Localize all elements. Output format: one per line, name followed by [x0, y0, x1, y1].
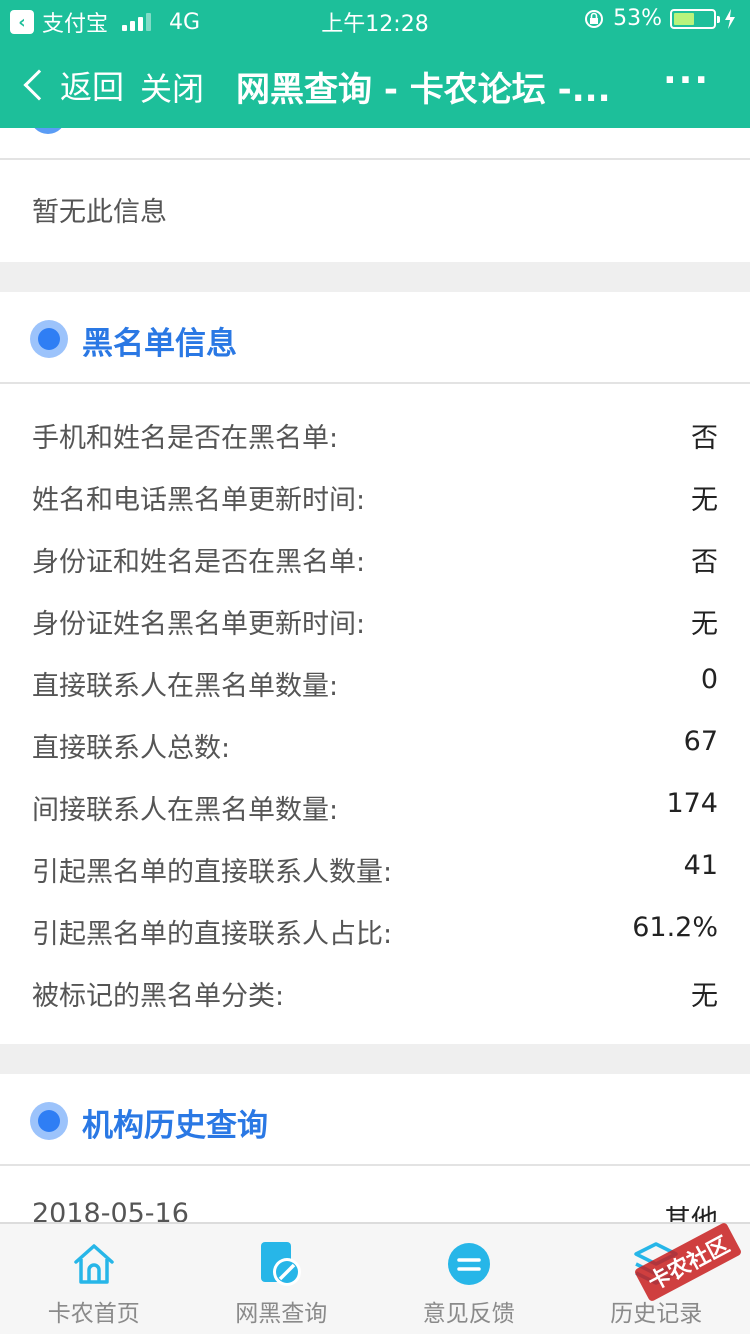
info-row-label: 被标记的黑名单分类:	[32, 981, 285, 1012]
info-row: 直接联系人在黑名单数量: 0	[0, 650, 750, 712]
info-row-value: 0	[700, 664, 718, 695]
status-bar: ‹ 支付宝 4G 上午12:28 53%	[0, 0, 750, 40]
info-row: 引起黑名单的直接联系人数量: 41	[0, 836, 750, 898]
section-bullet-icon	[30, 320, 68, 358]
status-right: 53%	[583, 6, 736, 31]
institution-history-card: 机构历史查询 2018-05-16 其他	[0, 1074, 750, 1222]
section-bullet-icon	[30, 128, 66, 134]
rotation-lock-icon	[585, 9, 604, 28]
info-row: 姓名和电话黑名单更新时间: 无	[0, 464, 750, 526]
info-row: 身份证姓名黑名单更新时间: 无	[0, 588, 750, 650]
info-row: 引起黑名单的直接联系人占比: 61.2%	[0, 898, 750, 960]
info-row-label: 身份证姓名黑名单更新时间:	[32, 609, 366, 640]
home-icon	[74, 1244, 114, 1284]
tab-label: 卡农首页	[47, 1301, 140, 1327]
info-row-label: 直接联系人总数:	[32, 733, 231, 764]
section-bullet-icon	[30, 1102, 68, 1140]
info-row-value: 无	[691, 981, 718, 1012]
blacklist-info-card: 黑名单信息 手机和姓名是否在黑名单: 否姓名和电话黑名单更新时间: 无身份证和姓名是…	[0, 292, 750, 1044]
info-row-label: 引起黑名单的直接联系人数量:	[32, 857, 393, 888]
info-row-label: 姓名和电话黑名单更新时间:	[32, 485, 366, 516]
tab-feedback[interactable]: 意见反馈	[375, 1224, 563, 1334]
close-button[interactable]: 关闭	[140, 64, 204, 110]
info-row-value: 其他	[664, 1205, 718, 1222]
tab-home[interactable]: 卡农首页	[0, 1224, 188, 1334]
divider	[0, 1164, 750, 1166]
info-row-label: 身份证和姓名是否在黑名单:	[32, 547, 366, 578]
info-row-value: 41	[683, 850, 718, 881]
info-row: 2018-05-16 其他	[0, 1184, 750, 1222]
info-row: 被标记的黑名单分类: 无	[0, 960, 750, 1022]
section-title: 机构历史查询	[82, 1108, 268, 1144]
charging-icon	[725, 8, 735, 29]
chevron-left-icon	[23, 69, 55, 101]
info-row-value: 无	[691, 485, 718, 516]
info-row: 身份证和姓名是否在黑名单: 否	[0, 526, 750, 588]
feedback-icon	[447, 1243, 490, 1285]
battery-icon	[670, 8, 720, 29]
history-section-header: 机构历史查询	[0, 1074, 750, 1164]
info-row: 手机和姓名是否在黑名单: 否	[0, 402, 750, 464]
back-button[interactable]: 返回	[22, 62, 124, 108]
info-row: 直接联系人总数: 67	[0, 712, 750, 774]
info-row-value: 否	[691, 547, 718, 578]
more-options-button[interactable]: ···	[663, 60, 710, 101]
section-title: 黑名单信息	[82, 326, 237, 362]
info-row: 间接联系人在黑名单数量: 174	[0, 774, 750, 836]
info-row-label: 手机和姓名是否在黑名单:	[32, 423, 339, 454]
back-label: 返回	[60, 68, 125, 106]
tab-label: 网黑查询	[235, 1301, 328, 1327]
info-row-label: 间接联系人在黑名单数量:	[32, 795, 339, 826]
empty-info-text: 暂无此信息	[32, 197, 167, 228]
divider	[0, 158, 750, 160]
info-row-value: 无	[691, 609, 718, 640]
divider	[0, 382, 750, 384]
info-row-value: 67	[683, 726, 718, 757]
info-row-label: 引起黑名单的直接联系人占比:	[32, 919, 393, 950]
tab-label: 意见反馈	[422, 1301, 515, 1327]
previous-section-card: 暂无此信息	[0, 128, 750, 262]
blacklist-query-icon	[261, 1242, 302, 1286]
page-title: 网黑查询 - 卡农论坛 -...	[236, 70, 611, 110]
tab-blacklist-query[interactable]: 网黑查询	[188, 1224, 376, 1334]
info-row-label: 2018-05-16	[32, 1198, 189, 1222]
battery-percent: 53%	[613, 6, 662, 31]
info-row-label: 直接联系人在黑名单数量:	[32, 671, 339, 702]
blacklist-section-header: 黑名单信息	[0, 292, 750, 382]
info-row-value: 61.2%	[632, 912, 718, 943]
navigation-bar: 返回 关闭 网黑查询 - 卡农论坛 -... ···	[0, 40, 750, 128]
info-row-value: 174	[666, 788, 718, 819]
scroll-content[interactable]: 暂无此信息 黑名单信息 手机和姓名是否在黑名单: 否姓名和电话黑名单更新时间: 无身…	[0, 128, 750, 1222]
info-row-value: 否	[691, 423, 718, 454]
